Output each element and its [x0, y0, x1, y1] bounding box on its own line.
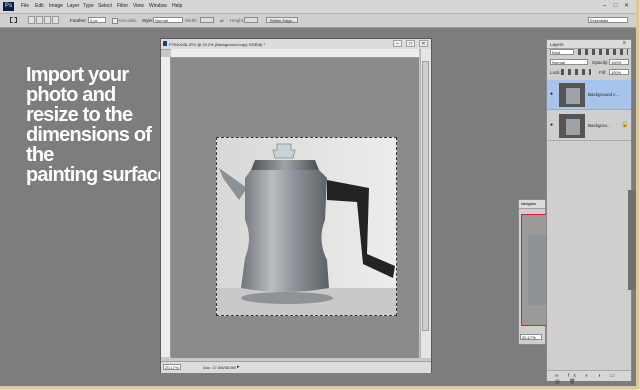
zoom-field[interactable]: 20.17%	[163, 364, 181, 370]
menu-file[interactable]: File	[21, 3, 29, 9]
navigator-thumbnail	[528, 235, 546, 305]
doc-minimize-button[interactable]: –	[393, 40, 402, 47]
layers-title: Layers	[550, 42, 564, 47]
menu-help[interactable]: Help	[172, 3, 182, 9]
feather-label: Feather:	[70, 18, 87, 23]
options-bar: Feather: 0 px Anti-alias Style: Normal W…	[0, 14, 636, 28]
lock-label: Lock:	[550, 70, 561, 75]
menu-image[interactable]: Image	[49, 3, 63, 9]
layer-row-background-copy[interactable]: ● Background c...	[547, 80, 631, 110]
ruler-vertical	[161, 57, 171, 357]
width-input[interactable]	[200, 17, 214, 23]
lock-icons[interactable]	[561, 69, 591, 75]
antialias-label: Anti-alias	[118, 18, 137, 23]
menu-select[interactable]: Select	[98, 3, 112, 9]
menu-layer[interactable]: Layer	[67, 3, 80, 9]
document-window[interactable]: P7040046.JPG @ 20.2% (Background copy, R…	[160, 38, 432, 373]
workspace-select[interactable]: Essentials	[588, 17, 628, 23]
canvas[interactable]	[171, 58, 419, 358]
swap-icon[interactable]: ⇄	[220, 18, 224, 24]
filter-kind-select[interactable]: Kind	[550, 49, 574, 55]
opacity-label: Opacity:	[592, 60, 609, 65]
document-status-bar: 20.17% Doc: 17.0M/36.0M ▸	[161, 361, 431, 373]
height-input[interactable]	[244, 17, 258, 23]
style-select[interactable]: Normal	[153, 17, 183, 23]
visibility-eye-icon[interactable]: ●	[550, 91, 553, 97]
add-selection-icon[interactable]	[36, 16, 43, 24]
doc-maximize-button[interactable]: □	[406, 40, 415, 47]
menu-type[interactable]: Type	[83, 3, 94, 9]
scroll-thumb[interactable]	[422, 61, 429, 331]
status-arrow-icon[interactable]: ▸	[237, 364, 240, 370]
layers-header[interactable]: Layers ≡	[547, 40, 631, 49]
menu-bar: Ps File Edit Image Layer Type Select Fil…	[0, 0, 636, 14]
ruler-horizontal	[171, 49, 419, 58]
fill-label: Fill:	[599, 70, 606, 75]
width-label: Width:	[185, 18, 198, 23]
height-label: Height:	[230, 18, 245, 23]
marquee-tool-icon[interactable]	[10, 17, 17, 23]
intersect-selection-icon[interactable]	[52, 16, 59, 24]
new-selection-icon[interactable]	[28, 16, 35, 24]
fill-input[interactable]: 100%	[609, 69, 629, 75]
layers-panel: Layers ≡ Kind Normal Opacity: 100% Lock:…	[546, 39, 632, 385]
visibility-eye-icon[interactable]: ●	[550, 122, 553, 128]
layer-thumbnail	[559, 83, 585, 107]
navigator-title: Navigator	[521, 202, 536, 206]
close-button[interactable]: ✕	[622, 2, 631, 10]
instruction-line: Import your	[26, 64, 129, 86]
layers-footer: ∞ fx ◐ ◑ ▭ ▤ 🗑	[547, 370, 631, 385]
instruction-text: Import your photo and resize to the dime…	[26, 65, 176, 185]
coffee-pot-image	[217, 138, 396, 315]
navigator-preview[interactable]	[521, 214, 547, 326]
navigator-panel[interactable]: Navigator 20.17%	[518, 199, 547, 345]
navigator-header[interactable]: Navigator	[519, 200, 545, 209]
layer-name: Backgrou...	[588, 123, 611, 128]
menu-filter[interactable]: Filter	[117, 3, 128, 9]
navigator-zoom-field[interactable]: 20.17%	[520, 334, 542, 340]
photoshop-logo: Ps	[3, 2, 14, 11]
blend-mode-select[interactable]: Normal	[550, 59, 588, 65]
coffee-pot-photo[interactable]	[216, 137, 397, 316]
maximize-button[interactable]: □	[611, 2, 620, 10]
layer-row-background[interactable]: ● Backgrou... 🔒	[547, 111, 631, 141]
lock-icon: 🔒	[621, 122, 629, 128]
layer-action-icons[interactable]: ∞ fx ◐ ◑ ▭ ▤ 🗑	[555, 373, 631, 385]
instruction-line: photo and	[26, 84, 116, 106]
minimize-button[interactable]: –	[600, 2, 609, 10]
photoshop-window: Ps File Edit Image Layer Type Select Fil…	[0, 0, 639, 389]
instruction-line: painting surface.	[26, 164, 173, 186]
doc-close-button[interactable]: ✕	[419, 40, 428, 47]
document-icon	[163, 41, 167, 46]
menu-window[interactable]: Window	[149, 3, 167, 9]
refine-edge-button[interactable]: Refine Edge...	[266, 17, 298, 23]
opacity-input[interactable]: 100%	[609, 59, 629, 65]
layer-thumbnail	[559, 114, 585, 138]
instruction-line: resize to the	[26, 104, 133, 126]
doc-size-info: Doc: 17.0M/36.0M	[203, 365, 236, 370]
filter-icons[interactable]	[578, 49, 628, 55]
vertical-scrollbar[interactable]	[420, 49, 431, 358]
layer-name: Background c...	[588, 92, 620, 97]
menu-view[interactable]: View	[133, 3, 144, 9]
panel-menu-icon[interactable]: ≡	[623, 40, 626, 46]
menu-edit[interactable]: Edit	[35, 3, 44, 9]
panel-dock-strip[interactable]	[628, 190, 636, 290]
style-label: Style:	[142, 18, 154, 23]
document-title: P7040046.JPG @ 20.2% (Background copy, R…	[169, 42, 266, 47]
feather-input[interactable]: 0 px	[88, 17, 106, 23]
subtract-selection-icon[interactable]	[44, 16, 51, 24]
instruction-line: dimensions of the	[26, 124, 152, 166]
